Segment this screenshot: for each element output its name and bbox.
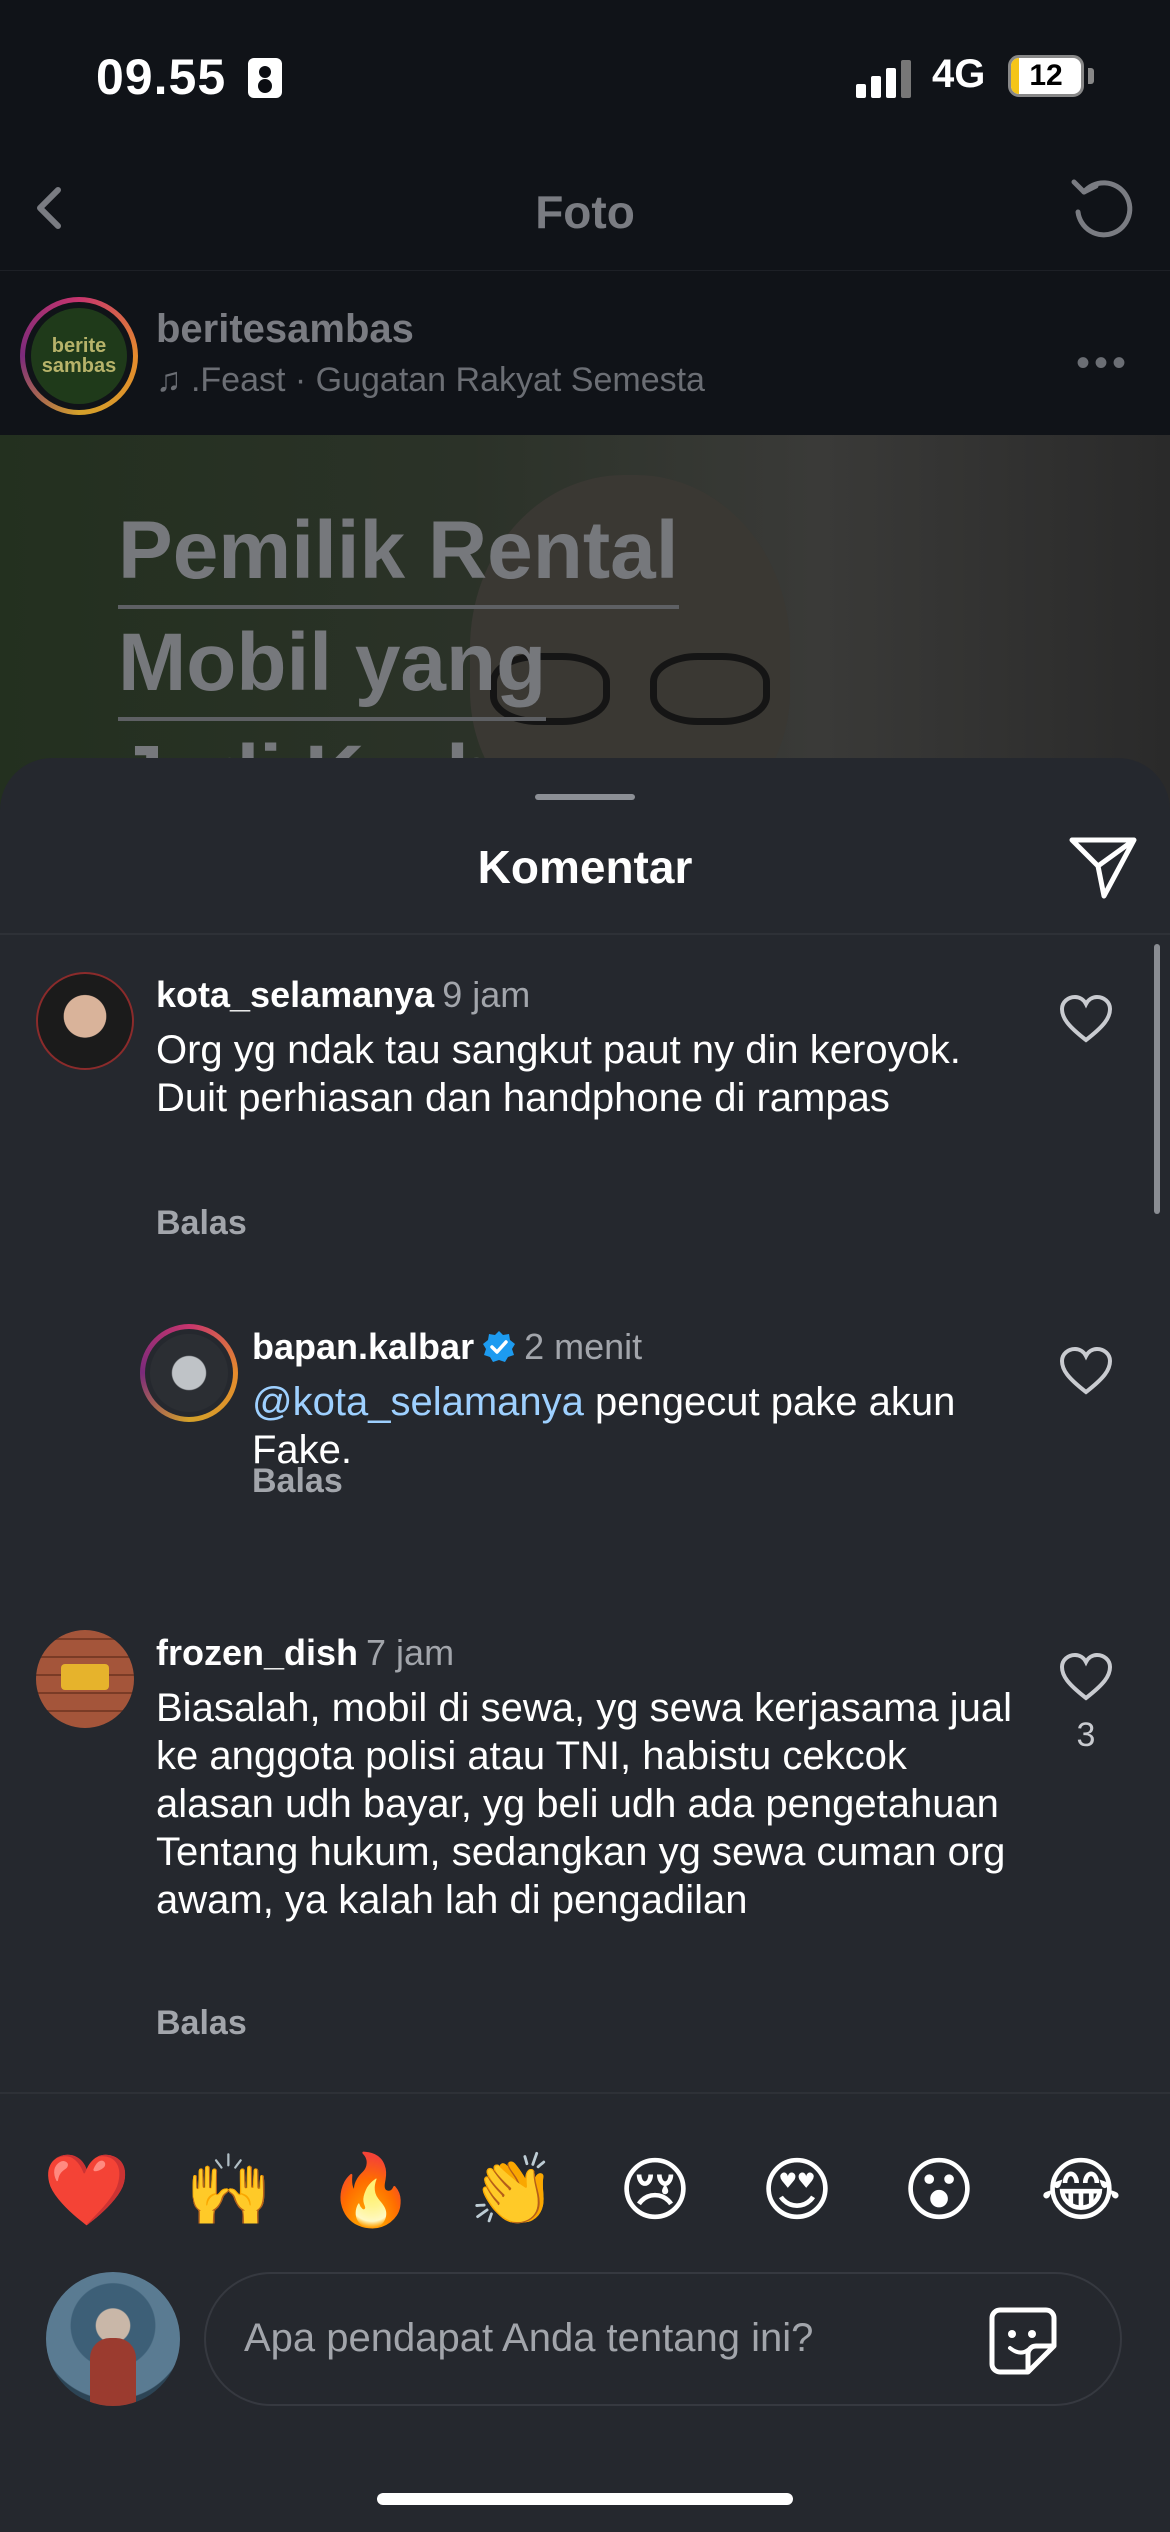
headline-line: Pemilik Rental bbox=[118, 497, 679, 609]
page-title: Foto bbox=[535, 186, 635, 238]
reply-button[interactable]: Balas bbox=[156, 1204, 247, 1243]
comment-meta: kota_selamanya 9 jam bbox=[156, 974, 530, 1016]
headline-line: Mobil yang bbox=[118, 609, 547, 721]
network-type: 4G bbox=[932, 52, 986, 96]
comment-meta: frozen_dish 7 jam bbox=[156, 1632, 454, 1674]
comment-text: Biasalah, mobil di sewa, yg sewa kerjasa… bbox=[156, 1686, 1012, 1922]
scrollbar[interactable] bbox=[1154, 944, 1160, 1214]
comment-text: @kota_selamanya pengecut pake akun Fake. bbox=[252, 1378, 972, 1474]
emoji-crying[interactable]: 😢 bbox=[611, 2146, 699, 2234]
comment-username[interactable]: frozen_dish bbox=[156, 1632, 358, 1673]
contact-card-icon bbox=[248, 58, 282, 98]
post-music[interactable]: ♫ .Feast · Gugatan Rakyat Semesta bbox=[156, 361, 705, 400]
avatar-logo: berite sambas bbox=[31, 308, 127, 404]
divider bbox=[0, 933, 1170, 935]
comment-meta: bapan.kalbar 2 menit bbox=[252, 1326, 642, 1368]
verified-badge-icon bbox=[483, 1331, 516, 1362]
comment-username[interactable]: kota_selamanya bbox=[156, 974, 434, 1015]
post-avatar[interactable]: berite sambas bbox=[20, 297, 138, 415]
emoji-raised-hands[interactable]: 🙌 bbox=[185, 2146, 273, 2234]
emoji-fire[interactable]: 🔥 bbox=[327, 2146, 415, 2234]
comment-input[interactable]: Apa pendapat Anda tentang ini? bbox=[204, 2272, 1122, 2406]
emoji-surprised[interactable]: 😮 bbox=[895, 2146, 983, 2234]
emoji-laughing[interactable]: 😂 bbox=[1037, 2146, 1125, 2234]
music-title: .Feast · Gugatan Rakyat Semesta bbox=[190, 361, 705, 399]
emoji-heart[interactable]: ❤️ bbox=[43, 2146, 131, 2234]
heart-icon[interactable] bbox=[1058, 994, 1114, 1044]
sheet-grabber[interactable] bbox=[535, 794, 635, 800]
avatar[interactable] bbox=[36, 1630, 134, 1728]
sticker-icon[interactable] bbox=[986, 2304, 1060, 2378]
signal-icon bbox=[856, 58, 914, 98]
status-time: 09.55 bbox=[96, 49, 227, 105]
reply-button[interactable]: Balas bbox=[156, 2004, 247, 2043]
nav-bar: Foto bbox=[0, 150, 1170, 270]
reply-button[interactable]: Balas bbox=[252, 1462, 343, 1501]
avatar[interactable] bbox=[140, 1324, 238, 1422]
emoji-bar: ❤️ 🙌 🔥 👏 😢 😍 😮 😂 bbox=[0, 2092, 1170, 2292]
battery-tip bbox=[1088, 68, 1094, 84]
like-count: 3 bbox=[1076, 1716, 1096, 1754]
my-avatar[interactable] bbox=[46, 2272, 180, 2406]
comment-time: 9 jam bbox=[442, 974, 531, 1015]
comment-input-placeholder: Apa pendapat Anda tentang ini? bbox=[244, 2316, 814, 2360]
heart-icon[interactable] bbox=[1058, 1652, 1114, 1702]
battery-icon: 12 bbox=[1008, 55, 1084, 97]
comment-text: Org yg ndak tau sangkut paut ny din kero… bbox=[156, 1028, 961, 1120]
post-header: berite sambas beritesambas ♫ .Feast · Gu… bbox=[0, 270, 1170, 435]
comment-time: 7 jam bbox=[366, 1632, 455, 1673]
mention-link[interactable]: @kota_selamanya bbox=[252, 1380, 584, 1424]
heart-icon[interactable] bbox=[1058, 1346, 1114, 1396]
background-post: 09.55 4G 12 Foto berite sambas beritesam… bbox=[0, 0, 1170, 815]
post-username[interactable]: beritesambas bbox=[156, 307, 414, 352]
emoji-heart-eyes[interactable]: 😍 bbox=[753, 2146, 841, 2234]
comment-username[interactable]: bapan.kalbar bbox=[252, 1326, 474, 1367]
more-options-icon[interactable]: ••• bbox=[1076, 341, 1130, 386]
emoji-clapping[interactable]: 👏 bbox=[469, 2146, 557, 2234]
send-icon[interactable] bbox=[1066, 832, 1140, 902]
status-bar: 09.55 4G 12 bbox=[0, 0, 1170, 150]
avatar[interactable] bbox=[36, 972, 134, 1070]
battery-percent: 12 bbox=[1029, 59, 1063, 92]
music-note-icon: ♫ bbox=[156, 361, 191, 399]
refresh-icon[interactable] bbox=[1064, 170, 1140, 246]
home-indicator[interactable] bbox=[377, 2493, 793, 2505]
comment-time: 2 menit bbox=[524, 1326, 643, 1367]
sheet-title: Komentar bbox=[477, 841, 693, 893]
